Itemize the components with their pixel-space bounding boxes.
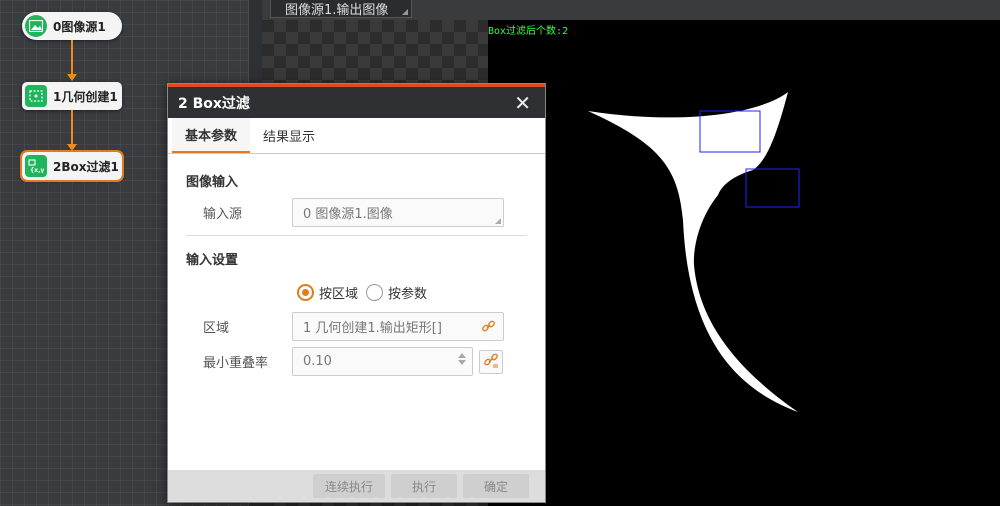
overlap-value: 0.10 xyxy=(303,354,332,369)
radio-by-param[interactable] xyxy=(366,284,384,301)
image-content xyxy=(588,92,800,412)
dialog-footer: 连续执行 执行 确定 xyxy=(168,470,545,502)
stepper-arrows-icon[interactable] xyxy=(458,353,466,365)
geometry-create-icon xyxy=(25,85,47,107)
region-value: 1 几何创建1.输出矩形[] xyxy=(303,321,442,336)
overlap-row: 最小重叠率 0.10 xyxy=(168,347,547,376)
image-icon xyxy=(25,15,47,37)
input-source-label: 输入源 xyxy=(203,207,243,222)
dialog-title-bar[interactable]: 2 Box过滤 ✕ xyxy=(168,84,545,118)
tab-basic-params[interactable]: 基本参数 xyxy=(172,118,251,153)
section-input-settings: 输入设置 xyxy=(186,253,239,268)
filter-count-overlay: Box过滤后个数:2 xyxy=(488,26,569,37)
dialog-tabs: 基本参数 结果显示 xyxy=(168,118,545,154)
flow-node-label: 0图像源1 xyxy=(53,19,106,34)
white-shape xyxy=(588,92,798,412)
dialog-title: 2 Box过滤 xyxy=(178,95,250,112)
overlap-label: 最小重叠率 xyxy=(203,356,269,371)
viewer-image-selector-label: 图像源1.输出图像 xyxy=(285,3,389,18)
radio-by-region[interactable] xyxy=(297,284,314,301)
region-field[interactable]: 1 几何创建1.输出矩形[] xyxy=(292,312,504,341)
flow-node-box-filter[interactable]: {x,y} 2Box过滤1 xyxy=(20,150,124,182)
overlap-stepper[interactable]: 0.10 xyxy=(292,347,473,376)
tab-result-display[interactable]: 结果显示 xyxy=(250,118,328,153)
link-icon[interactable] xyxy=(481,319,496,338)
confirm-button[interactable]: 确定 xyxy=(463,474,529,498)
input-source-row: 输入源 0 图像源1.图像 xyxy=(168,198,547,227)
divider xyxy=(186,235,527,236)
flow-node-label: 2Box过滤1 xyxy=(53,159,119,174)
flow-arrow xyxy=(67,74,77,81)
box-filter-dialog: 2 Box过滤 ✕ 基本参数 结果显示 图像输入 输入源 0 图像源1.图像 输… xyxy=(167,83,546,503)
flow-link xyxy=(71,40,73,74)
detected-box xyxy=(745,168,800,208)
dropdown-corner-icon xyxy=(402,9,408,15)
input-source-value: 0 图像源1.图像 xyxy=(303,207,393,222)
run-button[interactable]: 执行 xyxy=(391,474,457,498)
region-row: 区域 1 几何创建1.输出矩形[] xyxy=(168,312,547,341)
section-image-input: 图像输入 xyxy=(186,175,239,190)
continuous-run-button[interactable]: 连续执行 xyxy=(312,474,385,498)
radio-by-param-label[interactable]: 按参数 xyxy=(388,283,427,302)
dropdown-corner-icon xyxy=(495,218,501,224)
flow-node-label: 1几何创建1 xyxy=(53,89,118,104)
link-edit-icon xyxy=(483,352,499,372)
region-mode-radio-group: 按区域 按参数 xyxy=(297,283,427,302)
flow-arrow xyxy=(67,144,77,151)
radio-by-region-label[interactable]: 按区域 xyxy=(319,283,358,302)
flow-node-image-source[interactable]: 0图像源1 xyxy=(22,12,122,40)
flow-link xyxy=(71,110,73,144)
region-label: 区域 xyxy=(203,321,230,336)
close-icon[interactable]: ✕ xyxy=(514,93,531,113)
input-source-select[interactable]: 0 图像源1.图像 xyxy=(292,198,504,227)
param-link-button[interactable] xyxy=(479,349,503,374)
svg-text:{x,y}: {x,y} xyxy=(30,167,44,173)
flow-node-geometry-create[interactable]: 1几何创建1 xyxy=(22,82,122,110)
box-filter-icon: {x,y} xyxy=(25,155,47,177)
viewer-image-selector[interactable]: 图像源1.输出图像 xyxy=(270,0,412,18)
